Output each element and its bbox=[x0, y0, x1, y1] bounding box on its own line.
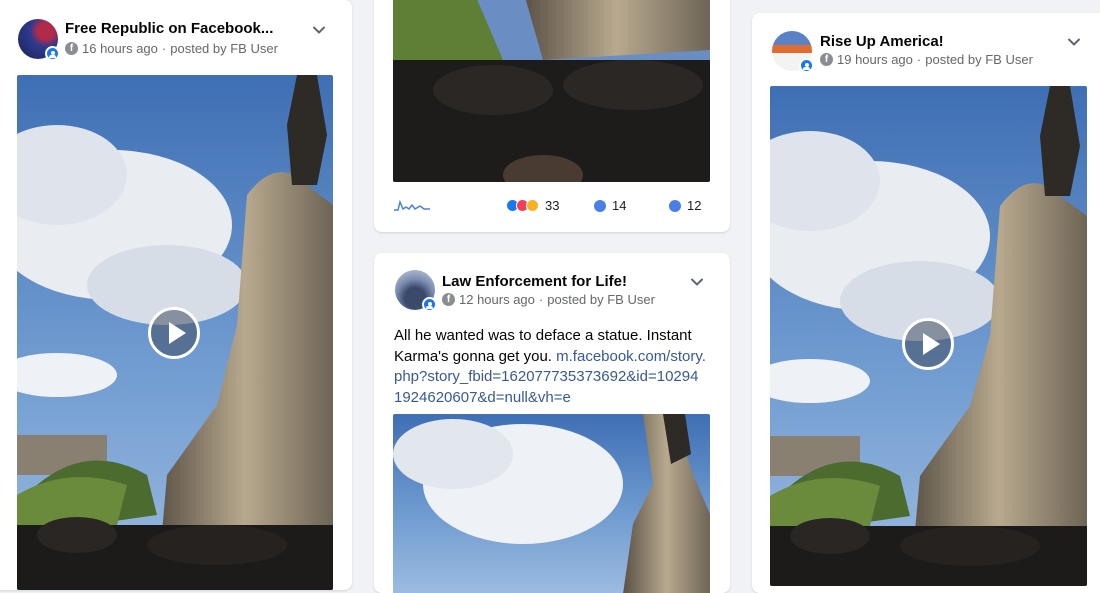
group-badge-icon bbox=[799, 58, 814, 73]
comments-count: 14 bbox=[612, 198, 627, 213]
group-badge-icon bbox=[45, 46, 60, 61]
posted-by: posted by FB User bbox=[925, 52, 1033, 67]
post-card-rise-up-america: Rise Up America! f 19 hours ago · posted… bbox=[752, 13, 1100, 593]
meta-separator: · bbox=[538, 292, 544, 307]
chevron-down-icon[interactable] bbox=[1067, 35, 1081, 49]
posted-by: posted by FB User bbox=[170, 41, 278, 56]
post-card-free-republic: Free Republic on Facebook... f 16 hours … bbox=[0, 0, 352, 590]
comments-stat[interactable]: 14 bbox=[594, 198, 626, 213]
chevron-down-icon[interactable] bbox=[312, 23, 326, 37]
video-thumbnail bbox=[393, 0, 710, 182]
video-player[interactable] bbox=[17, 75, 333, 590]
post-card-stats: 33 14 12 bbox=[374, 0, 730, 232]
facebook-icon: f bbox=[442, 293, 455, 306]
share-icon bbox=[669, 199, 681, 212]
video-player[interactable] bbox=[393, 0, 710, 182]
play-icon[interactable] bbox=[902, 318, 954, 370]
shares-stat[interactable]: 12 bbox=[669, 198, 701, 213]
post-text: All he wanted was to deface a statue. In… bbox=[394, 326, 706, 408]
post-meta: f 16 hours ago · posted by FB User bbox=[65, 41, 278, 56]
post-meta: f 12 hours ago · posted by FB User bbox=[442, 292, 655, 307]
post-card-law-enforcement: Law Enforcement for Life! f 12 hours ago… bbox=[374, 253, 730, 593]
page-name[interactable]: Free Republic on Facebook... bbox=[65, 20, 275, 37]
comment-icon bbox=[594, 199, 606, 212]
facebook-icon: f bbox=[65, 42, 78, 55]
post-time[interactable]: 16 hours ago bbox=[82, 41, 158, 56]
facebook-icon: f bbox=[820, 53, 833, 66]
chevron-down-icon[interactable] bbox=[690, 275, 704, 289]
meta-separator: · bbox=[916, 52, 922, 67]
shares-count: 12 bbox=[687, 198, 702, 213]
play-icon[interactable] bbox=[148, 307, 200, 359]
page-name[interactable]: Law Enforcement for Life! bbox=[442, 273, 672, 290]
meta-separator: · bbox=[161, 41, 167, 56]
sparkline-icon bbox=[394, 199, 430, 211]
video-player[interactable] bbox=[770, 86, 1087, 586]
group-badge-icon bbox=[422, 297, 437, 312]
posted-by: posted by FB User bbox=[547, 292, 655, 307]
page-name[interactable]: Rise Up America! bbox=[820, 33, 1040, 50]
video-thumbnail bbox=[393, 414, 710, 593]
reactions-icon bbox=[506, 199, 539, 212]
post-time[interactable]: 19 hours ago bbox=[837, 52, 913, 67]
video-player[interactable] bbox=[393, 414, 710, 593]
post-meta: f 19 hours ago · posted by FB User bbox=[820, 52, 1033, 67]
reactions-count: 33 bbox=[545, 198, 560, 213]
post-time[interactable]: 12 hours ago bbox=[459, 292, 535, 307]
reactions-stat[interactable]: 33 bbox=[506, 198, 559, 213]
